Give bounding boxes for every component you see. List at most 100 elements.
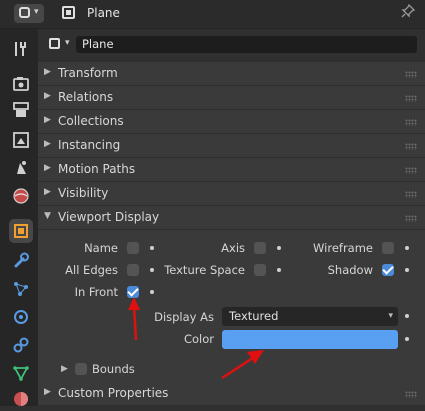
- keyframe-dot[interactable]: [277, 246, 281, 250]
- chevron-down-icon: ▾: [65, 38, 70, 48]
- expand-triangle-icon: ▶: [44, 387, 51, 397]
- render-icon: [13, 77, 29, 91]
- keyframe-dot[interactable]: [150, 246, 154, 250]
- panel-visibility[interactable]: ▶ Visibility: [38, 182, 425, 206]
- panel-label: Custom Properties: [58, 386, 169, 400]
- expand-triangle-icon[interactable]: ▶: [61, 364, 68, 374]
- keyframe-dot[interactable]: [150, 268, 154, 272]
- panel-viewport-display[interactable]: ▼ Viewport Display: [38, 206, 425, 230]
- wireframe-label: Wireframe: [313, 241, 373, 255]
- panel-relations[interactable]: ▶ Relations: [38, 86, 425, 110]
- in-front-checkbox[interactable]: [127, 286, 139, 298]
- world-tab[interactable]: [9, 184, 33, 208]
- keyframe-dot[interactable]: [405, 337, 409, 341]
- view-layer-tab[interactable]: [9, 128, 33, 152]
- shadow-checkbox[interactable]: [382, 264, 394, 276]
- particles-icon: [14, 282, 28, 296]
- expand-triangle-icon: ▶: [44, 91, 51, 101]
- tool-tab[interactable]: [9, 37, 33, 61]
- wrench-icon: [14, 252, 29, 268]
- drag-handle-icon[interactable]: [405, 191, 417, 198]
- scene-tab[interactable]: [9, 156, 33, 180]
- modifiers-tab[interactable]: [9, 248, 33, 272]
- expand-triangle-icon: ▶: [44, 115, 51, 125]
- object-properties-icon: [14, 224, 28, 238]
- particles-tab[interactable]: [9, 277, 33, 301]
- keyframe-dot[interactable]: [277, 268, 281, 272]
- expand-triangle-icon: ▶: [44, 67, 51, 77]
- wireframe-checkbox[interactable]: [382, 242, 394, 254]
- scene-icon: [17, 161, 26, 174]
- display-as-dropdown[interactable]: Textured ▾: [222, 307, 398, 326]
- collapse-triangle-icon: ▼: [44, 211, 51, 221]
- panel-instancing[interactable]: ▶ Instancing: [38, 134, 425, 158]
- axis-checkbox[interactable]: [254, 242, 266, 254]
- chevron-down-icon: ▾: [388, 311, 393, 321]
- header-title: Plane: [87, 6, 120, 20]
- display-as-label: Display As: [154, 310, 214, 324]
- panel-label: Visibility: [58, 186, 109, 200]
- bounds-checkbox[interactable]: [75, 363, 87, 375]
- object-icon: [49, 38, 60, 49]
- physics-icon: [14, 310, 28, 324]
- drag-handle-icon[interactable]: [405, 391, 417, 398]
- drag-handle-icon[interactable]: [405, 215, 417, 222]
- panel-custom-properties[interactable]: ▶ Custom Properties: [38, 382, 425, 406]
- drag-handle-icon[interactable]: [405, 95, 417, 102]
- object-name-field[interactable]: Plane: [76, 36, 417, 53]
- object-tab[interactable]: [9, 219, 33, 243]
- keyframe-dot[interactable]: [150, 290, 154, 294]
- panel-motion-paths[interactable]: ▶ Motion Paths: [38, 158, 425, 182]
- name-checkbox[interactable]: [127, 242, 139, 254]
- keyframe-dot[interactable]: [405, 314, 409, 318]
- name-label: Name: [84, 241, 118, 255]
- in-front-label: In Front: [74, 285, 118, 299]
- panel-label: Instancing: [58, 138, 121, 152]
- keyframe-dot[interactable]: [405, 268, 409, 272]
- constraints-tab[interactable]: [9, 333, 33, 357]
- material-icon: [14, 392, 28, 406]
- panel-transform[interactable]: ▶ Transform: [38, 62, 425, 86]
- material-tab[interactable]: [9, 387, 33, 411]
- output-icon: [13, 102, 29, 117]
- world-icon: [13, 188, 29, 204]
- mesh-data-icon: [13, 366, 29, 381]
- texture-space-checkbox[interactable]: [254, 264, 266, 276]
- color-swatch[interactable]: [222, 330, 398, 349]
- drag-handle-icon[interactable]: [405, 71, 417, 78]
- chevron-down-icon: ▾: [34, 7, 39, 17]
- all-edges-checkbox[interactable]: [127, 264, 139, 276]
- panel-label: Viewport Display: [58, 210, 160, 224]
- panel-collections[interactable]: ▶ Collections: [38, 110, 425, 134]
- drag-handle-icon[interactable]: [405, 167, 417, 174]
- output-tab[interactable]: [9, 98, 33, 122]
- object-name-row: ▾ Plane: [38, 29, 425, 59]
- tool-icon: [15, 42, 26, 56]
- color-label: Color: [183, 332, 214, 346]
- object-icon: [62, 6, 75, 19]
- axis-label: Axis: [221, 241, 245, 255]
- panel-label: Transform: [58, 66, 118, 80]
- shadow-label: Shadow: [327, 263, 373, 277]
- drag-handle-icon[interactable]: [405, 119, 417, 126]
- editor-type-icon: [19, 7, 30, 18]
- bounds-label: Bounds: [92, 362, 135, 376]
- view-layer-icon: [13, 132, 29, 148]
- object-type-selector[interactable]: ▾: [48, 35, 76, 54]
- panel-label: Relations: [58, 90, 114, 104]
- data-tab[interactable]: [9, 361, 33, 385]
- editor-type-button[interactable]: ▾: [14, 4, 44, 23]
- display-as-value: Textured: [229, 309, 279, 323]
- drag-handle-icon[interactable]: [405, 143, 417, 150]
- render-tab[interactable]: [9, 72, 33, 96]
- physics-tab[interactable]: [9, 305, 33, 329]
- texture-space-label: Texture Space: [164, 263, 245, 277]
- expand-triangle-icon: ▶: [44, 163, 51, 173]
- pin-icon[interactable]: [401, 3, 417, 20]
- keyframe-dot[interactable]: [405, 246, 409, 250]
- properties-tab-bar: [0, 29, 38, 406]
- panel-label: Motion Paths: [58, 162, 136, 176]
- panel-label: Collections: [58, 114, 124, 128]
- constraints-icon: [13, 337, 29, 353]
- all-edges-label: All Edges: [65, 263, 118, 277]
